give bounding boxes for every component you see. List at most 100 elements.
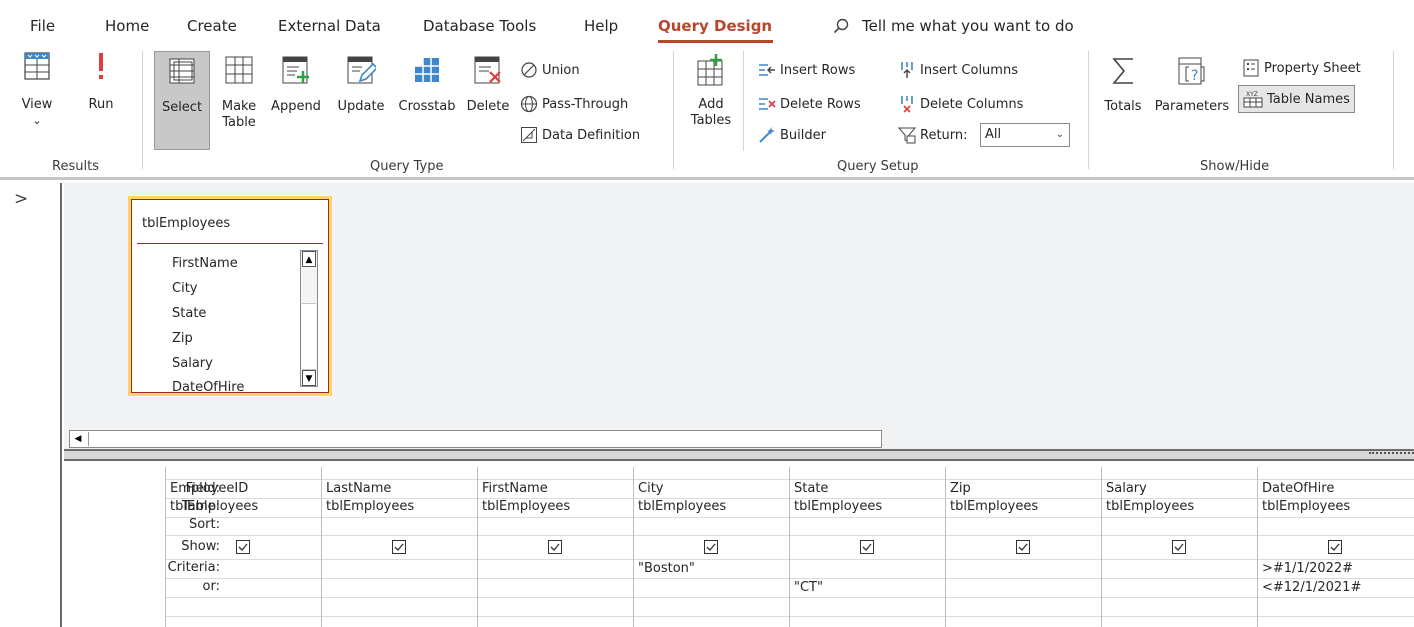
show-checkbox[interactable] (392, 540, 406, 554)
table-title[interactable]: tblEmployees (142, 216, 230, 231)
delete-query-button[interactable]: Delete (462, 55, 514, 150)
add-tables-button[interactable]: Add Tables (686, 53, 736, 149)
show-checkbox[interactable] (860, 540, 874, 554)
query-design-pane: tblEmployees FirstName City State Zip Sa… (64, 183, 1414, 449)
delete-rows-button[interactable]: Delete Rows (758, 93, 861, 115)
row-label-or: or: (202, 579, 220, 594)
update-button[interactable]: Update (331, 55, 391, 150)
pass-through-label: Pass-Through (542, 96, 629, 112)
table-names-button[interactable]: XYZ Table Names (1238, 85, 1355, 113)
pane-splitter[interactable] (64, 449, 1414, 461)
sigma-icon (1112, 58, 1133, 84)
query-design-grid: Field: Table: Sort: Show: Criteria: or: … (64, 461, 1414, 627)
row-label-criteria: Criteria: (167, 560, 220, 575)
return-dropdown[interactable]: All ⌄ (980, 123, 1070, 147)
make-table-button[interactable]: Make Table (214, 55, 264, 150)
field-list-item[interactable]: Zip (172, 331, 193, 346)
property-sheet-label: Property Sheet (1264, 60, 1361, 76)
show-checkbox[interactable] (1328, 540, 1342, 554)
group-separator (1393, 51, 1394, 169)
splitter-grip[interactable] (1369, 452, 1414, 457)
select-query-button[interactable]: Select (154, 51, 210, 150)
scroll-down-arrow-icon[interactable]: ▼ (302, 370, 316, 386)
property-sheet-button[interactable]: Property Sheet (1242, 57, 1361, 79)
design-pane-horizontal-scrollbar[interactable]: ◀ (69, 430, 882, 448)
show-checkbox[interactable] (548, 540, 562, 554)
grid-table-cell[interactable]: tblEmployees (482, 499, 570, 514)
grid-table-cell[interactable]: tblEmployees (326, 499, 414, 514)
tab-query-design[interactable]: Query Design (658, 17, 772, 35)
run-button[interactable]: Run (84, 51, 118, 149)
field-list-item[interactable]: DateOfHire (172, 380, 244, 395)
grid-table-cell[interactable]: tblEmployees (1106, 499, 1194, 514)
tab-create[interactable]: Create (187, 17, 237, 35)
scroll-left-arrow-icon[interactable]: ◀ (70, 431, 86, 447)
table-field-list[interactable]: tblEmployees FirstName City State Zip Sa… (128, 196, 332, 396)
grid-field-cell[interactable]: Zip (950, 481, 971, 496)
grid-row-divider (166, 517, 1414, 518)
union-button[interactable]: Union (520, 59, 580, 81)
show-checkbox[interactable] (236, 540, 250, 554)
datasheet-view-icon (24, 52, 50, 80)
pass-through-button[interactable]: Pass-Through (520, 93, 628, 115)
tab-help[interactable]: Help (584, 17, 618, 35)
grid-column-divider (165, 467, 166, 627)
run-label: Run (88, 97, 114, 112)
scrollbar-thumb[interactable] (302, 303, 316, 370)
grid-table-cell[interactable]: tblEmployees (638, 499, 726, 514)
show-checkbox[interactable] (1172, 540, 1186, 554)
tab-home[interactable]: Home (105, 17, 149, 35)
grid-field-cell[interactable]: DateOfHire (1262, 481, 1334, 496)
field-list-item[interactable]: Salary (172, 356, 213, 371)
expand-nav-pane-icon[interactable]: > (14, 189, 28, 209)
scrollbar-track[interactable] (88, 432, 880, 446)
tab-database-tools[interactable]: Database Tools (423, 17, 536, 35)
grid-field-cell[interactable]: LastName (326, 481, 391, 496)
scroll-up-arrow-icon[interactable]: ▲ (302, 251, 316, 267)
totals-button[interactable]: Totals (1100, 55, 1146, 150)
grid-field-cell[interactable]: City (638, 481, 663, 496)
show-checkbox[interactable] (704, 540, 718, 554)
show-checkbox[interactable] (1016, 540, 1030, 554)
grid-table-cell[interactable]: tblEmployees (950, 499, 1038, 514)
chevron-down-icon: ⌄ (1055, 129, 1064, 140)
field-list-item[interactable]: City (172, 281, 197, 296)
parameters-label: Parameters (1154, 99, 1230, 114)
crosstab-button[interactable]: Crosstab (392, 55, 462, 150)
tab-external-data[interactable]: External Data (278, 17, 381, 35)
field-list-scrollbar[interactable]: ▲ ▼ (300, 250, 318, 387)
grid-field-cell[interactable]: FirstName (482, 481, 548, 496)
grid-or-cell[interactable]: "CT" (794, 580, 823, 595)
add-tables-label-line1: Add (698, 97, 724, 112)
delete-rows-label: Delete Rows (780, 96, 861, 112)
field-list-item[interactable]: FirstName (172, 256, 238, 271)
delete-columns-icon (901, 96, 913, 113)
view-button[interactable]: View ⌄ (20, 51, 54, 149)
append-button[interactable]: Append (266, 55, 326, 150)
insert-rows-button[interactable]: Insert Rows (758, 59, 855, 81)
svg-text:?: ? (1191, 68, 1198, 84)
grid-field-cell[interactable]: State (794, 481, 828, 496)
data-definition-button[interactable]: Data Definition (520, 124, 640, 146)
grid-table-cell[interactable]: tblEmployees (170, 499, 258, 514)
grid-column-divider (477, 467, 478, 627)
make-table-icon (225, 56, 253, 84)
delete-columns-button[interactable]: Delete Columns (898, 93, 1023, 115)
run-exclamation-icon (99, 53, 103, 79)
union-icon (521, 62, 537, 78)
grid-criteria-cell[interactable]: "Boston" (638, 561, 695, 576)
grid-criteria-cell[interactable]: >#1/1/2022# (1262, 561, 1353, 576)
grid-column-divider (789, 467, 790, 627)
field-list-item[interactable]: State (172, 306, 206, 321)
table-field-list-frame: tblEmployees FirstName City State Zip Sa… (131, 199, 329, 395)
grid-or-cell[interactable]: <#12/1/2021# (1262, 580, 1361, 595)
builder-button[interactable]: Builder (758, 124, 826, 146)
grid-field-cell[interactable]: EmployeeID (170, 481, 248, 496)
grid-field-cell[interactable]: Salary (1106, 481, 1147, 496)
grid-table-cell[interactable]: tblEmployees (1262, 499, 1350, 514)
parameters-button[interactable]: ? Parameters (1150, 55, 1234, 150)
insert-columns-button[interactable]: Insert Columns (898, 59, 1018, 81)
grid-table-cell[interactable]: tblEmployees (794, 499, 882, 514)
tell-me-search[interactable]: Tell me what you want to do (862, 17, 1074, 35)
tab-file[interactable]: File (30, 17, 55, 35)
